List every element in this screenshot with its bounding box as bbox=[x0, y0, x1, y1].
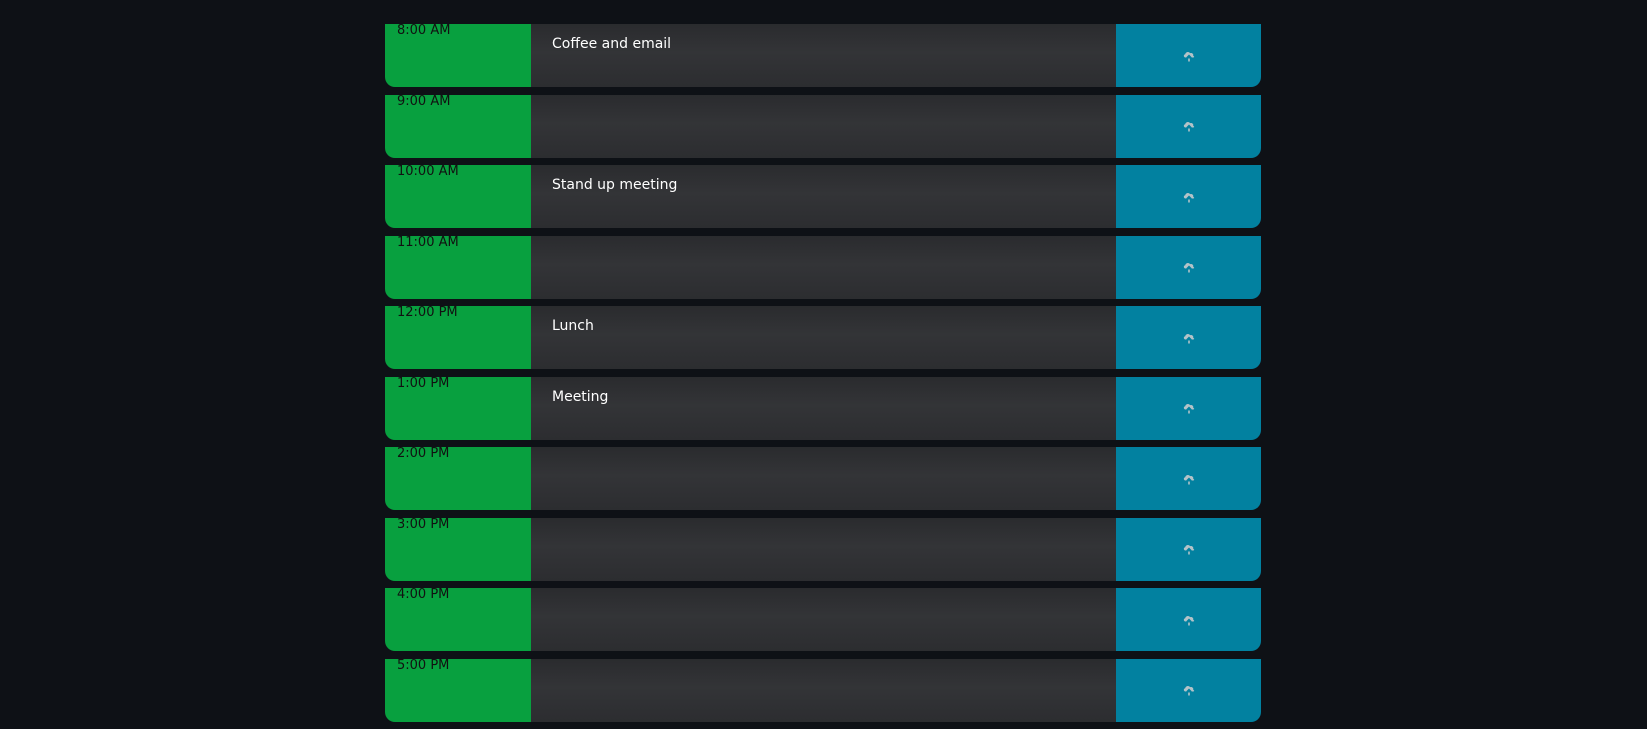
cloud-upload-icon bbox=[1182, 683, 1196, 697]
task-textarea[interactable] bbox=[531, 235, 1116, 299]
cloud-upload-icon bbox=[1182, 401, 1196, 415]
task-textarea[interactable] bbox=[531, 24, 1116, 87]
task-textarea[interactable] bbox=[531, 658, 1116, 722]
hour-label: 10:00 AM bbox=[385, 165, 531, 228]
time-block-row: 9:00 AM bbox=[385, 94, 1261, 158]
save-button[interactable] bbox=[1116, 517, 1261, 581]
hour-label: 2:00 PM bbox=[385, 447, 531, 510]
hour-label: 3:00 PM bbox=[385, 517, 531, 581]
save-button[interactable] bbox=[1116, 588, 1261, 651]
time-block-row: 10:00 AM bbox=[385, 165, 1261, 228]
cloud-upload-icon bbox=[1182, 613, 1196, 627]
hour-label: 11:00 AM bbox=[385, 235, 531, 299]
day-scheduler: 8:00 AM 9:00 AM 10:00 AM 11:00 AM 12:00 … bbox=[385, 24, 1261, 729]
time-block-row: 4:00 PM bbox=[385, 588, 1261, 651]
save-button[interactable] bbox=[1116, 24, 1261, 87]
cloud-upload-icon bbox=[1182, 49, 1196, 63]
task-textarea[interactable] bbox=[531, 447, 1116, 510]
save-button[interactable] bbox=[1116, 235, 1261, 299]
task-textarea[interactable] bbox=[531, 165, 1116, 228]
save-button[interactable] bbox=[1116, 306, 1261, 369]
cloud-upload-icon bbox=[1182, 190, 1196, 204]
hour-label: 12:00 PM bbox=[385, 306, 531, 369]
task-textarea[interactable] bbox=[531, 94, 1116, 158]
task-textarea[interactable] bbox=[531, 376, 1116, 440]
hour-label: 9:00 AM bbox=[385, 94, 531, 158]
cloud-upload-icon bbox=[1182, 260, 1196, 274]
hour-label: 5:00 PM bbox=[385, 658, 531, 722]
save-button[interactable] bbox=[1116, 376, 1261, 440]
time-block-row: 3:00 PM bbox=[385, 517, 1261, 581]
save-button[interactable] bbox=[1116, 447, 1261, 510]
cloud-upload-icon bbox=[1182, 542, 1196, 556]
save-button[interactable] bbox=[1116, 658, 1261, 722]
hour-label: 4:00 PM bbox=[385, 588, 531, 651]
hour-label: 1:00 PM bbox=[385, 376, 531, 440]
time-block-row: 11:00 AM bbox=[385, 235, 1261, 299]
time-block-row: 12:00 PM bbox=[385, 306, 1261, 369]
time-block-row: 5:00 PM bbox=[385, 658, 1261, 722]
cloud-upload-icon bbox=[1182, 472, 1196, 486]
task-textarea[interactable] bbox=[531, 517, 1116, 581]
save-button[interactable] bbox=[1116, 94, 1261, 158]
time-block-row: 8:00 AM bbox=[385, 24, 1261, 87]
hour-label: 8:00 AM bbox=[385, 24, 531, 87]
time-block-row: 2:00 PM bbox=[385, 447, 1261, 510]
task-textarea[interactable] bbox=[531, 588, 1116, 651]
task-textarea[interactable] bbox=[531, 306, 1116, 369]
cloud-upload-icon bbox=[1182, 119, 1196, 133]
cloud-upload-icon bbox=[1182, 331, 1196, 345]
time-block-row: 1:00 PM bbox=[385, 376, 1261, 440]
save-button[interactable] bbox=[1116, 165, 1261, 228]
